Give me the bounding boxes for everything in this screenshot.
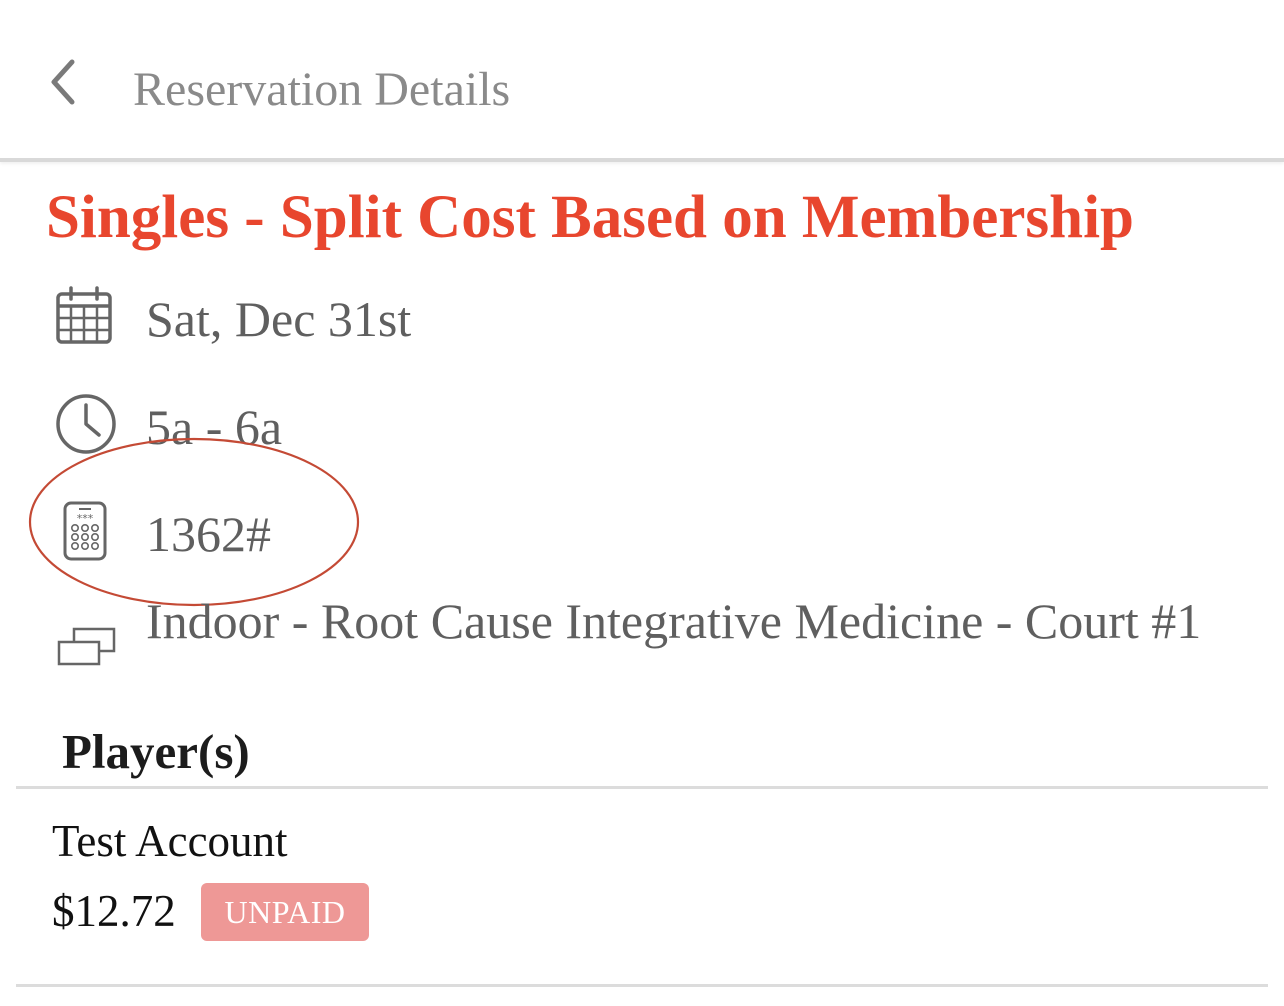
page-title: Reservation Details [133,63,511,116]
reservation-title: Singles - Split Cost Based on Membership [46,184,1134,251]
divider [16,786,1268,789]
keypad-icon: *** [63,501,107,561]
svg-text:***: *** [77,512,94,525]
clock-icon [56,394,116,454]
players-heading: Player(s) [62,724,250,779]
status-badge: UNPAID [201,883,369,941]
reservation-details-screen: Reservation Details Singles - Split Cost… [0,0,1284,1006]
player-name: Test Account [52,816,288,866]
court-name: Indoor - Root Cause Integrative Medicine… [146,593,1202,649]
calendar-icon [56,286,112,344]
top-app-bar: Reservation Details [0,0,1284,162]
reservation-time: 5a - 6a [146,399,283,455]
reservation-date: Sat, Dec 31st [146,291,412,347]
access-code: 1362# [146,506,271,562]
courts-icon [57,627,116,666]
player-amount: $12.72 [52,886,176,936]
divider [16,984,1268,987]
chevron-left-icon [51,59,75,105]
back-button[interactable] [40,52,88,112]
